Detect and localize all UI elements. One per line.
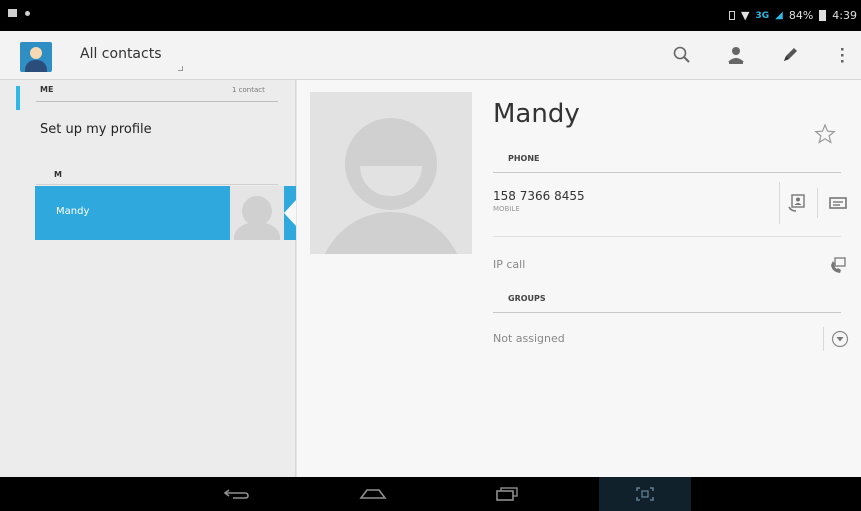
back-arrow-icon <box>223 489 249 499</box>
screenshot-icon <box>636 487 654 501</box>
setup-profile-item[interactable]: Set up my profile <box>40 122 152 137</box>
ip-call-button[interactable] <box>824 253 852 279</box>
search-icon <box>673 46 690 63</box>
screenshot-button[interactable] <box>627 477 663 511</box>
add-contact-button[interactable] <box>719 39 753 71</box>
phone-row-rule <box>493 236 841 237</box>
status-right-icons: ▼ 3G ◢ 84% 4:39 <box>729 9 857 22</box>
groups-section-rule <box>493 312 841 313</box>
chevron-down-circle-icon <box>831 330 849 348</box>
wifi-icon: ▼ <box>741 9 750 22</box>
phone-section-rule <box>493 172 841 173</box>
letter-section-header: M <box>54 170 62 179</box>
battery-icon <box>819 10 827 21</box>
edit-pencil-icon <box>784 48 797 61</box>
battery-percent: 84% <box>788 9 814 22</box>
groups-section-header: GROUPS <box>508 294 546 303</box>
contacts-app-icon[interactable] <box>20 42 52 72</box>
contact-list-pane[interactable]: ME 1 contact Set up my profile M Mandy <box>0 80 296 477</box>
overflow-menu-button[interactable] <box>827 39 857 71</box>
signal-icon: ◢ <box>775 10 783 21</box>
contact-detail-pane: Mandy PHONE 158 7366 8455 MOBILE IP call… <box>297 80 861 477</box>
home-button[interactable] <box>349 477 397 511</box>
home-icon <box>359 489 387 499</box>
usb-icon <box>25 10 30 16</box>
letter-section-rule <box>36 184 278 185</box>
navigation-bar <box>0 477 861 511</box>
me-section-indicator <box>16 86 20 110</box>
call-contact-button[interactable] <box>782 188 812 218</box>
message-icon <box>829 197 847 209</box>
add-contact-icon <box>728 47 744 64</box>
selection-notch <box>284 200 296 226</box>
group-dropdown-button[interactable] <box>827 327 853 351</box>
contact-list-name: Mandy <box>56 206 90 217</box>
send-message-button[interactable] <box>822 188 854 218</box>
content-area: ME 1 contact Set up my profile M Mandy M… <box>0 80 861 477</box>
me-section-rule <box>36 101 278 102</box>
filter-dropdown-caret-icon[interactable] <box>178 66 183 71</box>
back-button[interactable] <box>215 477 259 511</box>
status-bar: ▼ 3G ◢ 84% 4:39 <box>0 0 861 31</box>
me-contact-count: 1 contact <box>232 86 265 94</box>
screen-icon <box>8 9 17 17</box>
phone-number[interactable]: 158 7366 8455 <box>493 189 585 203</box>
phone-actions-divider <box>779 182 780 224</box>
search-button[interactable] <box>665 39 699 71</box>
status-left-icons <box>8 9 30 17</box>
group-assignment-value[interactable]: Not assigned <box>493 332 565 345</box>
recent-apps-icon <box>496 487 518 501</box>
action-bar: All contacts <box>0 31 861 80</box>
favorite-star-button[interactable] <box>814 123 836 145</box>
ip-call-item[interactable]: IP call <box>493 258 525 271</box>
phone-section-header: PHONE <box>508 154 540 163</box>
network-type: 3G <box>755 10 770 21</box>
clock: 4:39 <box>832 9 857 22</box>
overflow-menu-icon <box>841 48 844 63</box>
recent-apps-button[interactable] <box>485 477 529 511</box>
sms-divider <box>817 188 818 218</box>
group-dropdown-divider <box>823 327 824 351</box>
contact-card-call-icon <box>788 194 805 212</box>
ip-call-phone-icon <box>831 257 846 273</box>
sim-icon <box>729 11 736 20</box>
me-section-header: ME <box>40 85 54 94</box>
edit-button[interactable] <box>773 39 807 71</box>
contact-list-item-mandy[interactable]: Mandy <box>35 186 296 240</box>
star-outline-icon <box>814 123 836 144</box>
contact-thumbnail <box>230 186 284 240</box>
phone-type-label: MOBILE <box>493 205 520 213</box>
contact-photo-placeholder[interactable] <box>310 92 472 254</box>
contact-name: Mandy <box>493 99 580 129</box>
contact-filter-title[interactable]: All contacts <box>80 46 162 62</box>
